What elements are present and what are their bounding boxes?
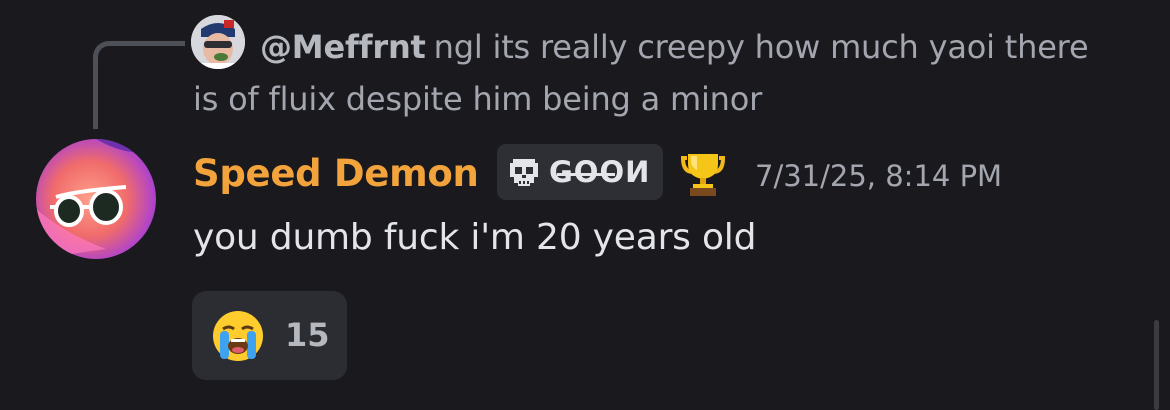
avatar[interactable] [36,139,156,259]
skull-icon [510,159,538,186]
message-content: you dumb fuck i'm 20 years old [193,217,757,258]
reaction-button[interactable]: 15 [192,291,347,380]
server-tag-label: GOOИ [549,155,651,189]
chat-message-container: @Meffrnt ngl its really creepy how much y… [0,0,1170,410]
reply-connector [93,41,185,129]
timestamp: 7/31/25, 8:14 PM [755,159,1003,193]
trophy-icon[interactable] [679,150,727,198]
server-tag[interactable]: GOOИ [497,144,663,200]
reply-author-name[interactable]: @Meffrnt [260,28,426,66]
scrollbar[interactable] [1154,320,1159,410]
reaction-count: 15 [285,316,330,354]
loudly-crying-face-icon [213,311,263,361]
reply-preview[interactable]: @Meffrnt ngl its really creepy how much y… [193,21,1093,125]
username[interactable]: Speed Demon [193,148,479,200]
tag-strikethrough [557,173,615,176]
